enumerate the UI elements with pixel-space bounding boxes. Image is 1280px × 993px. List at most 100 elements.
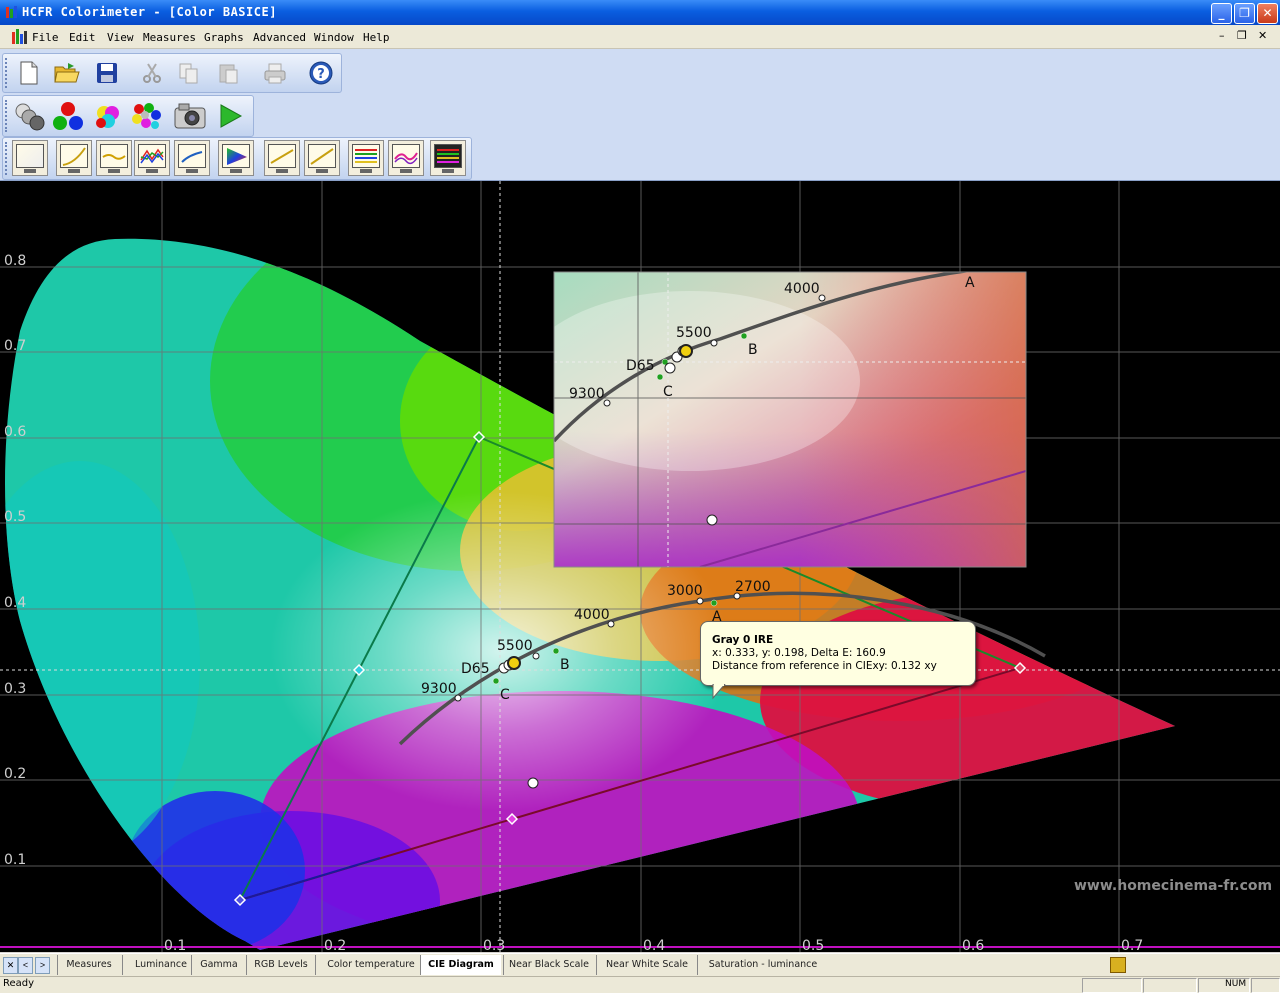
near-black-graph-icon[interactable] <box>218 140 254 176</box>
x-axis-labels: 0.1 0.2 0.3 0.4 0.5 0.6 0.7 <box>164 938 1143 952</box>
cie-diagram-view[interactable]: 9300 D65 5500 4000 3000 2700 C B A 0.1 0.2 0.3 0.4 0… <box>0 181 1280 952</box>
measure-secondaries-icon[interactable] <box>91 101 125 131</box>
menu-measures[interactable]: Measures <box>143 31 196 44</box>
menu-graphs[interactable]: Graphs <box>204 31 244 44</box>
tab-measures[interactable]: Measures <box>57 955 120 975</box>
tab-first-button[interactable]: ✕ <box>3 957 18 974</box>
tab-rgb-levels[interactable]: RGB Levels <box>246 955 315 975</box>
camera-icon[interactable] <box>173 101 207 131</box>
zoom-locus-label: A <box>965 275 975 291</box>
copy-icon[interactable] <box>175 59 203 87</box>
menu-view[interactable]: View <box>107 31 134 44</box>
menu-edit[interactable]: Edit <box>69 31 96 44</box>
tab-next-button[interactable]: > <box>35 957 50 974</box>
status-panel <box>1251 978 1280 993</box>
tab-saturation-luminance[interactable]: Saturation - luminance <box>697 955 828 975</box>
locus-label: 5500 <box>497 638 533 654</box>
cut-icon[interactable] <box>138 59 166 87</box>
standard-toolbar: ? <box>2 53 342 93</box>
save-disk-icon[interactable] <box>93 59 121 87</box>
minimize-button[interactable]: _ <box>1211 3 1232 24</box>
menu-window[interactable]: Window <box>314 31 354 44</box>
gamma-graph-icon[interactable] <box>56 140 92 176</box>
y-tick-label: 0.6 <box>4 424 26 440</box>
tab-color-temperature[interactable]: Color temperature <box>315 955 426 975</box>
menu-file[interactable]: File <box>32 31 59 44</box>
y-tick-label: 0.8 <box>4 253 26 269</box>
locus-label: C <box>500 687 510 703</box>
help-icon[interactable]: ? <box>307 59 335 87</box>
locus-label: D65 <box>461 661 490 677</box>
color-temp-graph-icon[interactable] <box>134 140 170 176</box>
zoom-locus-label: 9300 <box>569 386 605 402</box>
x-tick-label: 0.7 <box>1121 938 1143 952</box>
reference-icon <box>1110 957 1126 973</box>
toolbar-grip[interactable] <box>5 58 10 88</box>
status-panel <box>1082 978 1142 993</box>
locus-label: 3000 <box>667 583 703 599</box>
print-icon[interactable] <box>261 59 289 87</box>
zoom-locus-label: D65 <box>626 358 655 374</box>
x-tick-label: 0.1 <box>164 938 186 952</box>
tooltip-title: Gray 0 IRE <box>712 634 774 646</box>
toolbar-grip[interactable] <box>5 100 10 132</box>
toolbar-grip[interactable] <box>5 142 10 175</box>
locus-label: 2700 <box>735 579 771 595</box>
tab-near-black-scale[interactable]: Near Black Scale <box>503 955 594 975</box>
maximize-button[interactable]: ❐ <box>1234 3 1255 24</box>
measure-all-icon[interactable] <box>129 101 163 131</box>
tab-near-white-scale[interactable]: Near White Scale <box>596 955 697 975</box>
x-tick-label: 0.3 <box>483 938 505 952</box>
tab-cie-diagram[interactable]: CIE Diagram <box>420 955 501 975</box>
menu-help[interactable]: Help <box>363 31 390 44</box>
luminance-graph-icon[interactable] <box>12 140 48 176</box>
mdi-minimize-button[interactable]: – <box>1219 29 1225 42</box>
tab-bar: ✕ < > Measures Luminance Gamma RGB Levels Co… <box>0 953 1280 977</box>
tooltip-pointer <box>712 684 726 700</box>
mdi-restore-button[interactable]: ❐ <box>1237 29 1247 42</box>
cie-diagram-svg: 9300D65550040003000 2700CBA 0.1 0.2 0.3 0.4 0… <box>0 181 1280 952</box>
measures-list-icon[interactable] <box>388 140 424 176</box>
measures-grid-icon[interactable] <box>430 140 466 176</box>
paste-icon[interactable] <box>215 59 243 87</box>
measure-toolbar <box>2 95 254 137</box>
play-icon[interactable] <box>215 101 245 131</box>
tab-luminance[interactable]: Luminance <box>122 955 199 975</box>
measure-grays-icon[interactable] <box>13 101 47 131</box>
tab-gamma[interactable]: Gamma <box>191 955 246 975</box>
rgb-levels-graph-icon[interactable] <box>96 140 132 176</box>
zoom-locus-label: 5500 <box>676 325 712 341</box>
saturation-graph-icon[interactable] <box>304 140 340 176</box>
title-bar: HCFR Colorimeter - [Color BASICE] _ ❐ ✕ <box>0 0 1280 25</box>
x-tick-label: 0.6 <box>962 938 984 952</box>
locus-label: 9300 <box>421 681 457 697</box>
doc-icon <box>12 29 27 44</box>
watermark: www.homecinema-fr.com <box>1074 878 1273 894</box>
new-file-icon[interactable] <box>15 59 43 87</box>
x-tick-label: 0.5 <box>802 938 824 952</box>
cie-diagram-icon[interactable] <box>174 140 210 176</box>
open-folder-icon[interactable] <box>53 59 81 87</box>
tab-prev-button[interactable]: < <box>18 957 33 974</box>
graph-toolbar <box>2 137 472 180</box>
tooltip-distance: Distance from reference in CIExy: 0.132 … <box>712 660 937 672</box>
zoom-locus-label: B <box>748 342 758 358</box>
zoom-inset: 4000 A 5500 B D65 9300 C <box>554 272 1026 567</box>
close-button[interactable]: ✕ <box>1257 3 1278 24</box>
num-indicator: NUM <box>1225 979 1247 989</box>
near-white-graph-icon[interactable] <box>264 140 300 176</box>
menu-advanced[interactable]: Advanced <box>253 31 306 44</box>
status-panel-num: NUM <box>1198 978 1250 993</box>
toolbar-area: ? <box>0 49 1280 181</box>
tooltip-coordinates: x: 0.333, y: 0.198, Delta E: 160.9 <box>712 647 886 659</box>
y-tick-label: 0.5 <box>4 509 26 525</box>
x-tick-label: 0.2 <box>324 938 346 952</box>
y-tick-label: 0.2 <box>4 766 26 782</box>
status-bar: Ready NUM <box>0 976 1280 993</box>
y-tick-label: 0.4 <box>4 595 26 611</box>
measure-primaries-icon[interactable] <box>51 101 85 131</box>
y-tick-label: 0.7 <box>4 338 26 354</box>
mdi-close-button[interactable]: ✕ <box>1258 29 1267 42</box>
locus-label: 4000 <box>574 607 610 623</box>
saturation-luminance-graph-icon[interactable] <box>348 140 384 176</box>
